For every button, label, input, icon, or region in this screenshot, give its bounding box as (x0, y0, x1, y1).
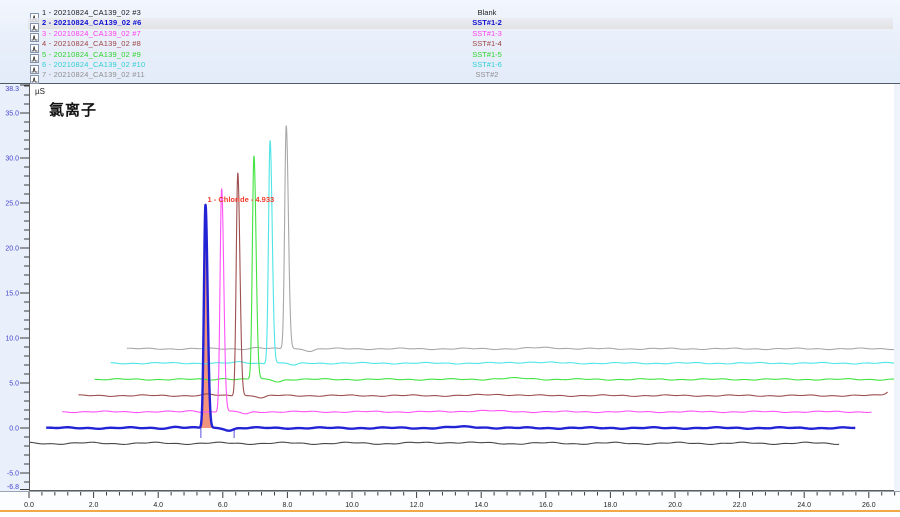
svg-text:10.0: 10.0 (345, 502, 359, 509)
legend-row[interactable]: 2 - 20210824_CA139_02 #6 SST#1-2 (0, 18, 900, 28)
legend-row[interactable]: 4 - 20210824_CA139_02 #8 SST#1-4 (0, 39, 900, 49)
svg-text:5.0: 5.0 (9, 381, 19, 388)
injection-name: 2 - 20210824_CA139_02 #6 (42, 18, 141, 28)
sample-name: SST#1-6 (427, 60, 547, 70)
svg-text:16.0: 16.0 (539, 502, 553, 509)
svg-text:8.0: 8.0 (283, 502, 293, 509)
chromatogram-window: 1 - 20210824_CA139_02 #3 Blank 2 - 20210… (0, 0, 900, 517)
svg-text:35.0: 35.0 (5, 111, 19, 118)
y-axis-ruler[interactable]: -5.0 0.0 5.0 10.0 15.0 20.0 25.0 30.0 35.0 38.3 -6… (0, 84, 29, 491)
injection-legend: 1 - 20210824_CA139_02 #3 Blank 2 - 20210… (0, 0, 900, 84)
svg-text:24.0: 24.0 (797, 502, 811, 509)
legend-row[interactable]: 7 - 20210824_CA139_02 #11 SST#2 (0, 70, 900, 80)
svg-text:20.0: 20.0 (5, 246, 19, 253)
injection-name: 4 - 20210824_CA139_02 #8 (42, 39, 141, 49)
svg-text:15.0: 15.0 (5, 291, 19, 298)
svg-text:6.0: 6.0 (218, 502, 228, 509)
sample-name: SST#1-2 (427, 18, 547, 28)
svg-text:2.0: 2.0 (89, 502, 99, 509)
legend-row[interactable]: 5 - 20210824_CA139_02 #9 SST#1-5 (0, 50, 900, 60)
svg-text:0.0: 0.0 (24, 502, 34, 509)
svg-text:20.0: 20.0 (668, 502, 682, 509)
svg-text:0.0: 0.0 (9, 426, 19, 433)
sample-name: SST#2 (427, 70, 547, 80)
svg-text:30.0: 30.0 (5, 156, 19, 163)
svg-text:12.0: 12.0 (410, 502, 424, 509)
legend-row[interactable]: 6 - 20210824_CA139_02 #10 SST#1-6 (0, 60, 900, 70)
svg-text:18.0: 18.0 (604, 502, 618, 509)
injection-name: 3 - 20210824_CA139_02 #7 (42, 29, 141, 39)
y-axis-unit-label: µS (35, 87, 45, 96)
x-axis-ruler[interactable]: 0.0 2.0 4.0 6.0 8.0 10.0 12.0 14.0 16.0 18.0 20.0 2… (0, 491, 900, 511)
svg-text:4.0: 4.0 (153, 502, 163, 509)
legend-row[interactable]: 1 - 20210824_CA139_02 #3 Blank (0, 8, 900, 18)
svg-text:22.0: 22.0 (733, 502, 747, 509)
peak-annotation: 1 - Chloride - 4.933 (207, 195, 274, 204)
svg-text:-5.0: -5.0 (7, 471, 19, 478)
svg-text:10.0: 10.0 (5, 336, 19, 343)
svg-text:-6.8: -6.8 (7, 484, 19, 491)
right-margin-strip (894, 84, 900, 491)
chromatogram-plot[interactable]: µS 氯离子 1 - Chloride - 4.933 (29, 84, 895, 491)
bottom-accent-line (0, 510, 900, 512)
sample-name: SST#1-5 (427, 50, 547, 60)
plot-title: 氯离子 (49, 99, 97, 120)
injection-name: 1 - 20210824_CA139_02 #3 (42, 8, 141, 18)
y-axis-ticks: -5.0 0.0 5.0 10.0 15.0 20.0 25.0 30.0 35.0 38.3 -6… (0, 84, 29, 491)
svg-text:14.0: 14.0 (474, 502, 488, 509)
injection-name: 5 - 20210824_CA139_02 #9 (42, 50, 141, 60)
sample-name: Blank (427, 8, 547, 18)
svg-text:26.0: 26.0 (862, 502, 876, 509)
svg-text:25.0: 25.0 (5, 201, 19, 208)
sample-name: SST#1-4 (427, 39, 547, 49)
chromatogram-traces[interactable] (30, 84, 894, 490)
x-axis-ticks: 0.0 2.0 4.0 6.0 8.0 10.0 12.0 14.0 16.0 18.0 20.0 2… (0, 492, 900, 511)
svg-text:38.3: 38.3 (5, 86, 19, 93)
injection-name: 7 - 20210824_CA139_02 #11 (42, 70, 145, 80)
injection-name: 6 - 20210824_CA139_02 #10 (42, 60, 145, 70)
legend-row[interactable]: 3 - 20210824_CA139_02 #7 SST#1-3 (0, 29, 900, 39)
sample-name: SST#1-3 (427, 29, 547, 39)
